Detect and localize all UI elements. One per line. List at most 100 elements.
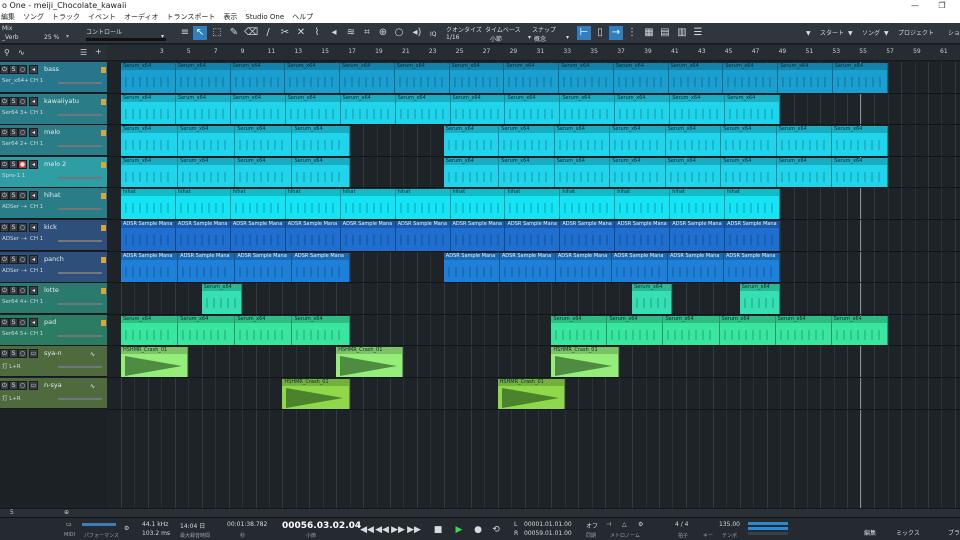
mute-tool-icon[interactable]: ✕ [294,26,308,40]
monitor-icon[interactable]: ◂ [29,254,38,264]
power-icon[interactable]: ⏻ [0,96,9,106]
stop-icon[interactable]: ■ [431,523,445,537]
event-clip[interactable]: Serum_x64 [499,126,555,156]
monitor-icon[interactable]: ◂ [29,191,38,201]
monitor-icon[interactable]: ◂ [29,128,38,138]
event-clip[interactable]: Serum_x64 [559,63,614,93]
grid-view-icon[interactable]: ▥ [675,26,689,40]
menu-toggle-icon[interactable]: ≡ [178,26,192,40]
forward-end-icon[interactable]: ▶▶ [407,523,421,537]
record-arm-button[interactable]: ○ [18,317,27,327]
instrument-icon[interactable] [101,67,106,73]
event-clip[interactable]: Serum_x64 [235,157,293,188]
rewind-icon[interactable]: ◀◀ [375,523,389,537]
event-clip[interactable]: ADSR Sample Mana [395,221,451,251]
device-select[interactable]: Ser64 2+ [2,141,28,147]
mix-button[interactable]: ミックス [896,528,920,537]
loop-end[interactable]: 00059.01.01.00 [524,530,572,537]
event-clip[interactable]: ADSR Sample Mana [499,252,556,283]
event-clip[interactable]: HSHMR_Crash_01 [121,347,189,377]
loop-icon[interactable]: ⟲ [489,523,503,537]
menu-help[interactable]: ヘルプ [292,12,313,23]
event-clip[interactable]: Serum_x64 [178,126,236,156]
track-name[interactable]: n-sya [44,381,62,389]
event-clip[interactable]: Serum_x64 [663,315,720,346]
start-button[interactable]: ▼ スタート [806,26,844,41]
minimize-button[interactable]: — [905,0,925,12]
waveform-icon[interactable]: ∿ [90,383,95,390]
timesig[interactable]: 4 / 4 [675,521,688,528]
event-clip[interactable]: Serum_x64 [721,157,777,188]
monitor-icon[interactable]: ◂ [29,159,38,169]
automation-icon[interactable]: ∿ [18,48,25,57]
event-clip[interactable]: Serum_x64 [615,94,671,125]
sync-value[interactable]: オフ [586,521,598,530]
forward-icon[interactable]: ▶▶ [391,523,405,537]
volume-fader[interactable] [58,334,102,337]
event-clip[interactable]: Serum_x64 [739,284,781,314]
event-clip[interactable]: Serum_x64 [394,63,450,93]
track-header-melo-2[interactable]: ⏻ S ● ◂ melo 2 Spre-1.1 [0,156,107,188]
timebase-value[interactable]: 小節 [490,34,502,43]
volume-fader[interactable] [58,82,102,84]
track-header-n-sya[interactable]: ⏻ S ○ ▭ n-sya ∿ 打 L+R [0,378,107,409]
event-clip[interactable]: ADSR Sample Mana [670,221,726,251]
event-clip[interactable]: Serum_x64 [121,63,176,93]
loop-start[interactable]: 00001.01.01.00 [524,521,572,528]
event-clip[interactable]: Serum_x64 [292,126,350,156]
volume-fader[interactable] [58,208,102,211]
event-clip[interactable]: ADSR Sample Mana [230,221,286,251]
event-clip[interactable]: Serum_x64 [723,63,779,93]
channel-select[interactable]: CH 1 [30,236,43,242]
listen-tool-icon[interactable]: ◂ [327,26,341,40]
event-clip[interactable]: ADSR Sample Mana [611,252,668,283]
play-icon[interactable]: ▶ [452,523,466,537]
power-icon[interactable]: ⏻ [0,317,9,327]
power-icon[interactable]: ⏻ [0,223,9,232]
channel-select[interactable]: CH 1 [30,268,43,274]
event-clip[interactable]: Serum_x64 [230,63,286,93]
settings-icon[interactable]: ⚙ [124,525,129,532]
power-icon[interactable]: ⏻ [0,159,9,169]
track-header-melo[interactable]: ⏻ S ○ ◂ melo Ser64 2+ CH 1 [0,125,107,157]
channel-select[interactable]: CH 1 [30,141,43,147]
quantize-value[interactable]: 1/16 [446,34,459,41]
event-clip[interactable]: Serum_x64 [776,157,833,188]
volume-fader[interactable] [58,176,102,179]
event-clip[interactable]: hihat [285,189,341,219]
waveform-icon[interactable]: ∿ [90,351,95,358]
event-clip[interactable]: ADSR Sample Mana [615,221,671,251]
instrument-icon[interactable] [101,98,106,105]
snap-dropdown-icon[interactable]: ▾ [566,34,569,41]
position-display[interactable]: 00056.03.02.04 [282,521,361,531]
solo-button[interactable]: S [9,381,18,390]
record-arm-button[interactable]: ○ [18,223,27,232]
event-clip[interactable]: ADSR Sample Mana [175,221,231,251]
monitor-icon[interactable]: ◂ [29,65,38,74]
track-name[interactable]: kick [44,223,57,231]
event-clip[interactable]: hihat [175,189,231,219]
event-clip[interactable]: Serum_x64 [668,63,724,93]
channel-select[interactable]: CH 1 [30,78,43,84]
record-arm-button[interactable]: ○ [18,128,27,138]
menu-edit[interactable]: 編集 [1,12,15,23]
event-clip[interactable]: HSHMR_Crash_01 [551,347,619,377]
window-list-icon[interactable]: ▦ [642,26,656,40]
device-select[interactable]: ADSer -+ [2,204,27,210]
event-clip[interactable]: hihat [230,189,286,219]
event-clip[interactable]: hihat [615,189,671,219]
record-arm-button[interactable]: ○ [18,254,27,264]
solo-button[interactable]: S [9,96,18,106]
record-arm-button[interactable]: ○ [18,191,27,201]
browser-icon[interactable]: ▤ [658,26,672,40]
event-clip[interactable]: Serum_x64 [121,126,179,156]
power-icon[interactable]: ⏻ [0,65,9,74]
zoom-value[interactable]: 25 % [44,34,59,41]
instrument-icon[interactable] [101,161,106,168]
event-clip[interactable]: Serum_x64 [778,63,833,93]
track-header-panch[interactable]: ⏻ S ○ ◂ panch ADSer -+ CH 1 [0,251,107,283]
channel-select[interactable]: CH 1 [30,204,43,210]
event-clip[interactable]: Serum_x64 [832,126,888,156]
device-select[interactable]: 打 L+R [2,362,21,370]
channel-select[interactable]: CH 1 [30,110,43,116]
